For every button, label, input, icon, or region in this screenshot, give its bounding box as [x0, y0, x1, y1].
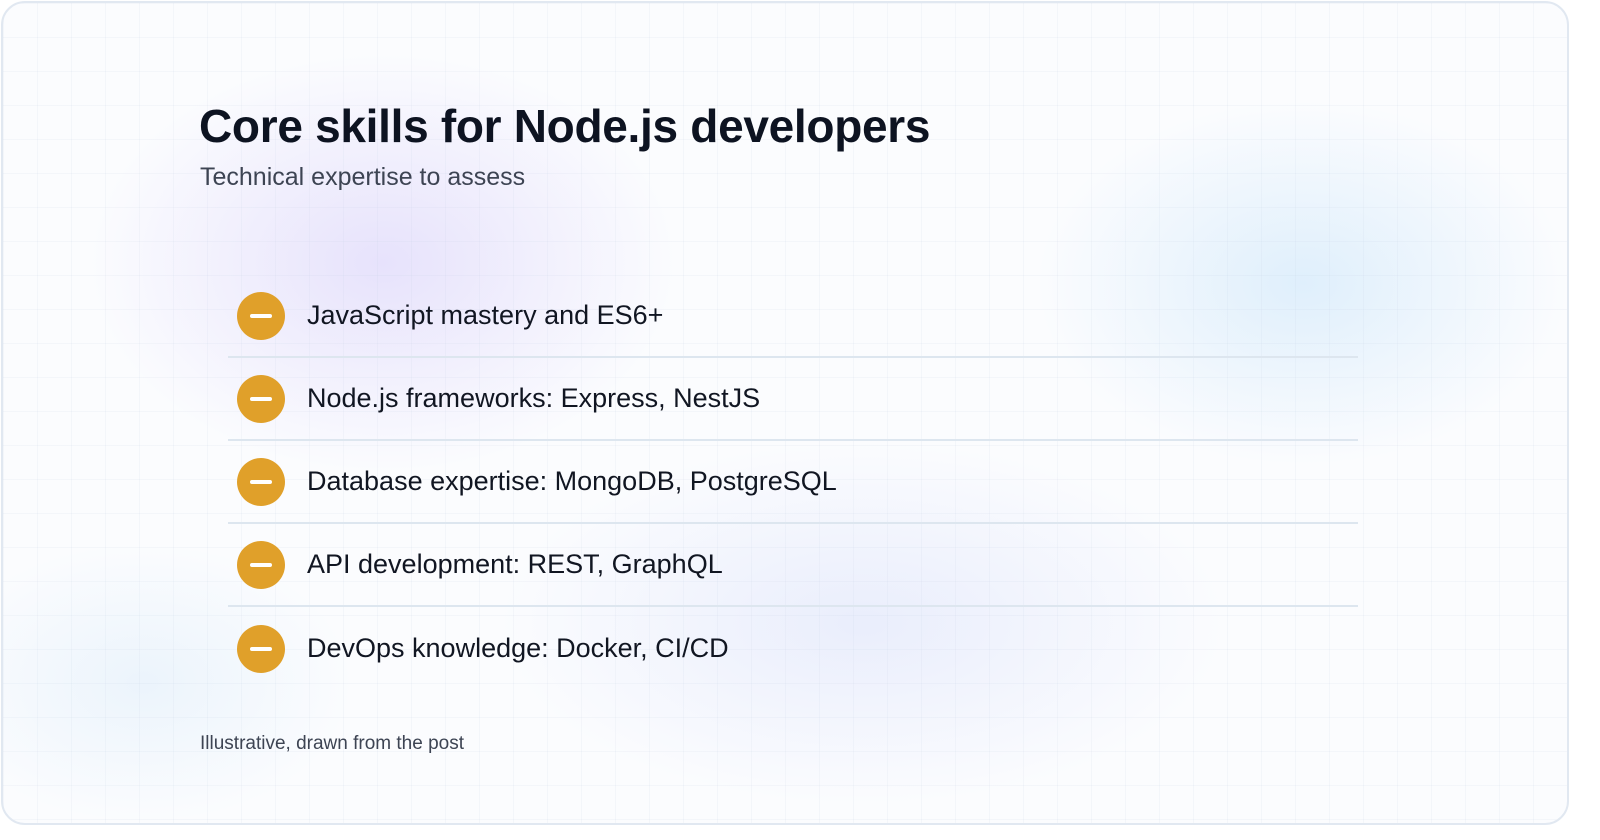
skill-label: API development: REST, GraphQL: [307, 549, 723, 579]
skill-item: Database expertise: MongoDB, PostgreSQL: [228, 441, 1358, 524]
skill-list: JavaScript mastery and ES6+ Node.js fram…: [228, 275, 1358, 690]
skill-item: API development: REST, GraphQL: [228, 524, 1358, 607]
skill-label: Database expertise: MongoDB, PostgreSQL: [307, 466, 837, 496]
minus-icon: [237, 540, 285, 589]
page-subtitle: Technical expertise to assess: [200, 163, 526, 191]
minus-icon: [237, 291, 285, 340]
minus-icon: [237, 374, 285, 423]
minus-icon: [237, 624, 285, 673]
skill-label: JavaScript mastery and ES6+: [307, 300, 664, 330]
skill-label: DevOps knowledge: Docker, CI/CD: [307, 633, 729, 663]
skill-item: Node.js frameworks: Express, NestJS: [228, 358, 1358, 441]
skill-item: JavaScript mastery and ES6+: [228, 275, 1358, 358]
skill-item: DevOps knowledge: Docker, CI/CD: [228, 607, 1358, 690]
skill-label: Node.js frameworks: Express, NestJS: [307, 383, 761, 413]
footnote: Illustrative, drawn from the post: [200, 733, 464, 754]
page-title: Core skills for Node.js developers: [199, 100, 931, 152]
skills-card: Core skills for Node.js developers Techn…: [1, 1, 1569, 825]
minus-icon: [237, 457, 285, 506]
